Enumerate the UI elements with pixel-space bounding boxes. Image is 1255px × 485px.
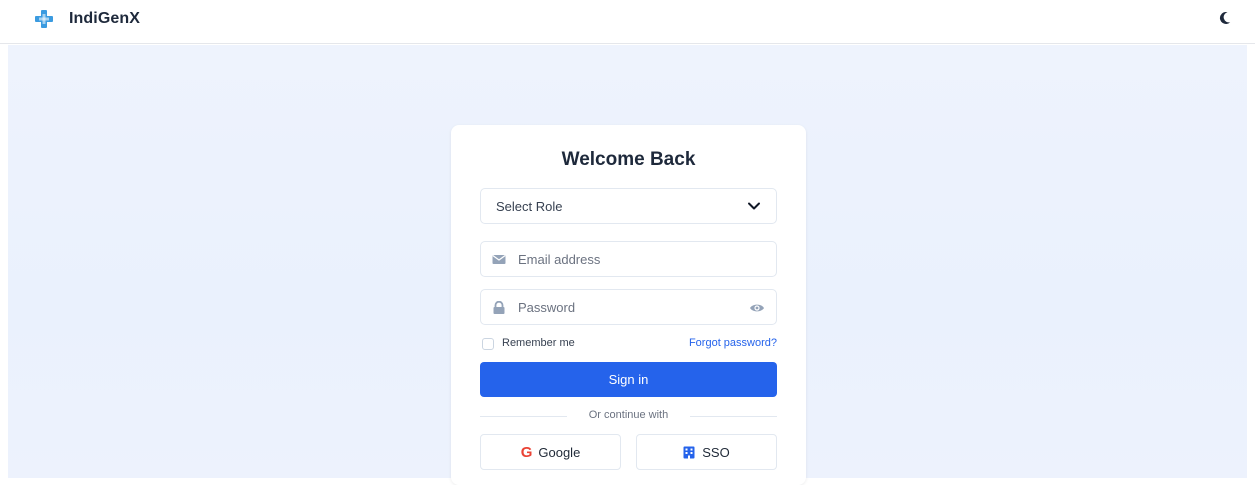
sso-sign-in-button[interactable]: SSO [636,434,777,470]
login-card: Welcome Back Select Role Email address P… [451,125,806,485]
role-select[interactable]: Select Role [480,188,777,224]
building-icon [683,446,695,458]
lock-icon [493,301,505,314]
chevron-down-icon [748,202,760,210]
password-field[interactable]: Password [480,289,777,325]
moon-icon [1219,11,1230,24]
sign-in-button[interactable]: Sign in [480,362,777,397]
divider-label: Or continue with [588,409,669,421]
theme-toggle-button[interactable] [1214,8,1234,28]
remember-me-checkbox[interactable] [482,338,494,350]
remember-me-label[interactable]: Remember me [502,337,575,349]
brand[interactable]: IndiGenX [34,8,140,30]
top-navbar: IndiGenX [0,0,1255,44]
forgot-password-link[interactable]: Forgot password? [689,337,777,349]
sso-button-label: SSO [702,444,730,460]
app-name: IndiGenX [69,10,141,27]
email-field[interactable]: Email address [480,241,777,277]
google-sign-in-button[interactable]: G Google [480,434,621,470]
google-icon: G [520,443,533,461]
remember-forgot-row: Remember me Forgot password? [480,336,777,352]
google-button-label: Google [538,444,581,460]
continue-with-divider: Or continue with [480,409,777,423]
envelope-icon [492,255,506,264]
login-title: Welcome Back [561,149,696,170]
role-select-value: Select Role [496,198,563,214]
email-placeholder: Email address [518,251,601,267]
medical-cross-icon [35,10,53,28]
eye-icon[interactable] [749,301,765,315]
password-placeholder: Password [518,299,576,315]
